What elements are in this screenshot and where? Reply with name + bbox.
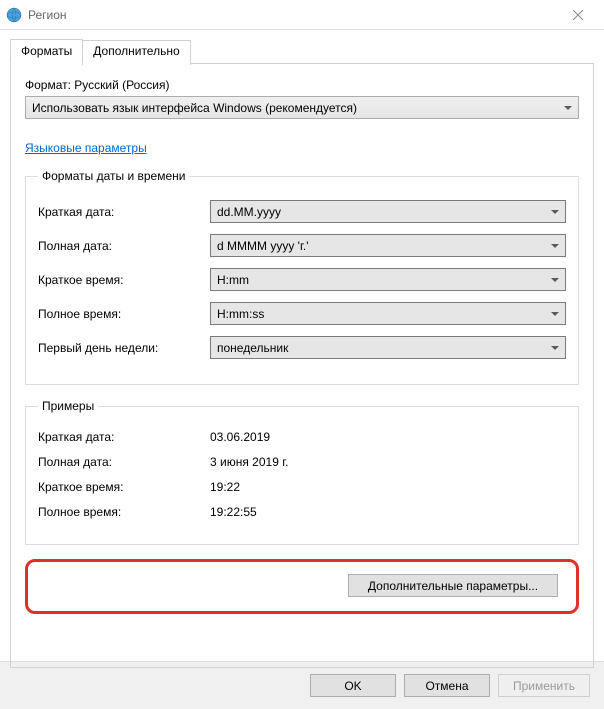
close-button[interactable] — [558, 1, 598, 29]
ok-button[interactable]: OK — [310, 674, 396, 697]
examples-legend: Примеры — [38, 399, 98, 413]
long-date-combo[interactable]: d MMMM yyyy 'г.' — [210, 234, 566, 257]
first-day-combo[interactable]: понедельник — [210, 336, 566, 359]
chevron-down-icon — [551, 346, 559, 350]
dialog-button-bar: OK Отмена Применить — [0, 661, 604, 709]
chevron-down-icon — [564, 106, 572, 110]
long-time-label: Полное время: — [38, 307, 210, 321]
long-time-combo[interactable]: H:mm:ss — [210, 302, 566, 325]
close-icon — [573, 10, 583, 20]
chevron-down-icon — [551, 312, 559, 316]
first-day-label: Первый день недели: — [38, 341, 210, 355]
ex-long-date-value: 3 июня 2019 г. — [210, 455, 566, 469]
ex-short-date-label: Краткая дата: — [38, 430, 210, 444]
tab-formats[interactable]: Форматы — [10, 39, 83, 64]
short-time-label: Краткое время: — [38, 273, 210, 287]
apply-button: Применить — [498, 674, 590, 697]
datetime-formats-legend: Форматы даты и времени — [38, 169, 189, 183]
tab-content: Формат: Русский (Россия) Использовать яз… — [10, 63, 594, 668]
cancel-button[interactable]: Отмена — [404, 674, 490, 697]
ex-long-time-value: 19:22:55 — [210, 505, 566, 519]
tab-strip: Форматы Дополнительно — [10, 38, 594, 63]
tab-advanced[interactable]: Дополнительно — [82, 40, 190, 65]
format-language-dropdown[interactable]: Использовать язык интерфейса Windows (ре… — [25, 96, 579, 119]
chevron-down-icon — [551, 210, 559, 214]
ex-long-time-label: Полное время: — [38, 505, 210, 519]
chevron-down-icon — [551, 244, 559, 248]
highlight-annotation: Дополнительные параметры... — [25, 559, 579, 614]
additional-settings-button[interactable]: Дополнительные параметры... — [348, 574, 558, 597]
datetime-formats-group: Форматы даты и времени Краткая дата: dd.… — [25, 169, 579, 385]
window-title: Регион — [28, 8, 558, 22]
ex-short-time-label: Краткое время: — [38, 480, 210, 494]
globe-icon — [6, 7, 22, 23]
ex-short-date-value: 03.06.2019 — [210, 430, 566, 444]
examples-group: Примеры Краткая дата: 03.06.2019 Полная … — [25, 399, 579, 545]
language-settings-link[interactable]: Языковые параметры — [25, 141, 147, 155]
chevron-down-icon — [551, 278, 559, 282]
short-time-combo[interactable]: H:mm — [210, 268, 566, 291]
long-date-label: Полная дата: — [38, 239, 210, 253]
short-date-label: Краткая дата: — [38, 205, 210, 219]
format-label: Формат: Русский (Россия) — [25, 78, 579, 92]
short-date-combo[interactable]: dd.MM.yyyy — [210, 200, 566, 223]
format-language-value: Использовать язык интерфейса Windows (ре… — [32, 101, 558, 115]
titlebar: Регион — [0, 0, 604, 30]
ex-long-date-label: Полная дата: — [38, 455, 210, 469]
ex-short-time-value: 19:22 — [210, 480, 566, 494]
